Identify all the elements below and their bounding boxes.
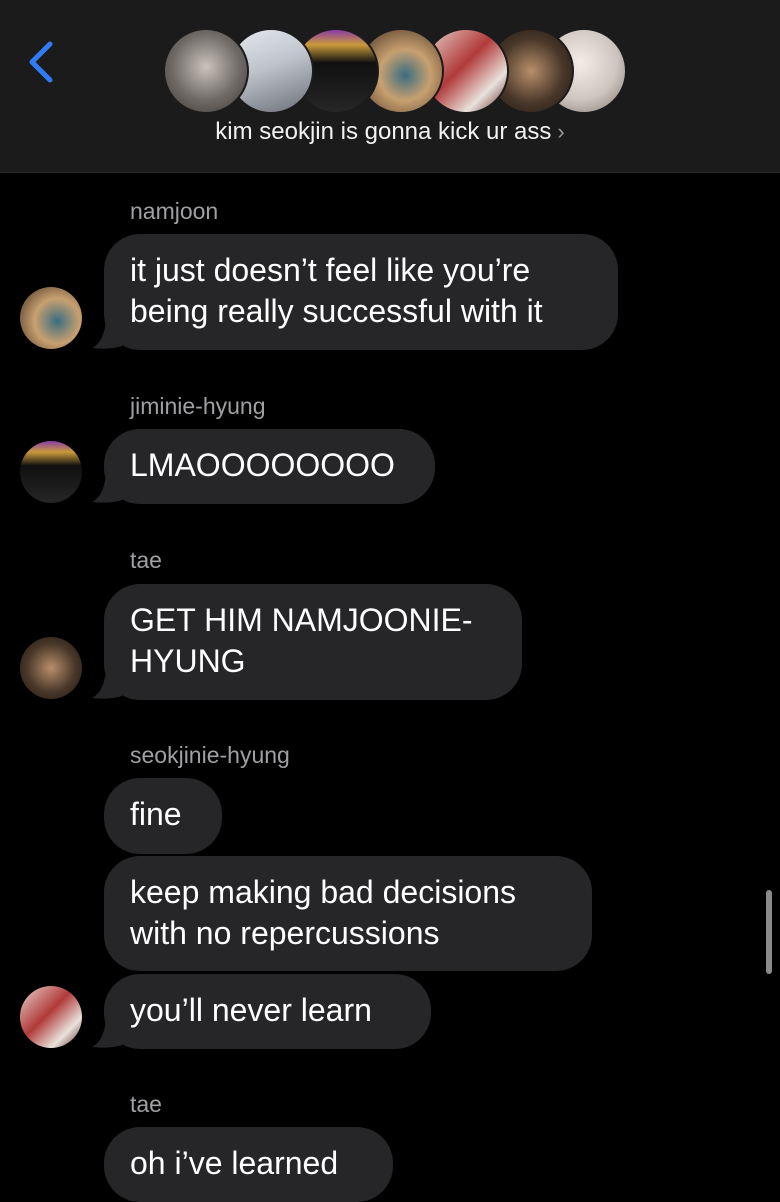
chevron-right-icon: › xyxy=(557,119,565,144)
message-bubble[interactable]: keep making bad decisions with no reperc… xyxy=(104,856,592,971)
bubble-tail xyxy=(92,1019,122,1048)
group-name-button[interactable]: kim seokjin is gonna kick ur ass › xyxy=(0,118,780,146)
message-bubble[interactable]: GET HIM NAMJOONIE- HYUNG xyxy=(104,584,522,700)
message-bubble[interactable]: you’ll never learn xyxy=(104,974,431,1049)
sender-name: jiminie-hyung xyxy=(130,393,266,419)
sender-avatar[interactable] xyxy=(20,986,82,1048)
group-name: kim seokjin is gonna kick ur ass xyxy=(215,118,552,145)
sender-avatar[interactable] xyxy=(20,287,82,349)
message-bubble[interactable]: it just doesn’t feel like you’re being r… xyxy=(104,234,618,350)
scrollbar[interactable] xyxy=(766,890,772,974)
message-bubble[interactable]: fine xyxy=(104,778,222,854)
message-bubble[interactable]: LMAOOOOOOOO xyxy=(104,429,435,504)
sender-avatar[interactable] xyxy=(20,637,82,699)
sender-name: tae xyxy=(130,1091,162,1117)
bubble-tail xyxy=(92,474,122,503)
chevron-left-icon xyxy=(29,41,53,83)
bubble-tail xyxy=(92,320,122,349)
chat-header: kim seokjin is gonna kick ur ass › xyxy=(0,0,780,173)
back-button[interactable] xyxy=(22,38,62,86)
group-avatars[interactable] xyxy=(163,28,627,114)
member-avatar xyxy=(163,28,249,114)
sender-name: seokjinie-hyung xyxy=(130,742,290,768)
sender-avatar[interactable] xyxy=(20,441,82,503)
message-bubble[interactable]: oh i’ve learned xyxy=(104,1127,393,1202)
bubble-tail xyxy=(92,670,122,699)
sender-name: namjoon xyxy=(130,198,219,224)
sender-name: tae xyxy=(130,547,162,573)
